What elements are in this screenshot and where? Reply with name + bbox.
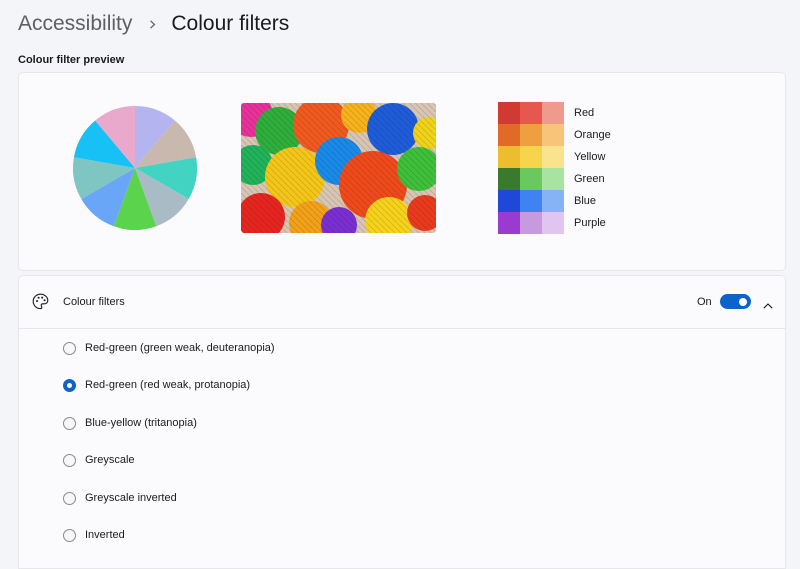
colour-swatch [542, 146, 564, 168]
colour-swatch [520, 102, 542, 124]
palette-icon [32, 293, 49, 310]
colour-swatch [498, 102, 520, 124]
toggle-knob [739, 297, 747, 306]
swatch-row-red: Red [498, 102, 611, 124]
filter-option-label: Inverted [85, 529, 125, 541]
colour-swatch [520, 124, 542, 146]
filter-option-label: Blue-yellow (tritanopia) [85, 417, 197, 429]
colour-swatch [498, 190, 520, 212]
toggle-state-label: On [697, 296, 712, 308]
colour-swatch [542, 168, 564, 190]
colour-filter-preview-card: Red Orange Yellow Green Blue Purple [18, 72, 786, 271]
swatch-row-orange: Orange [498, 124, 611, 146]
chevron-up-icon[interactable] [763, 297, 773, 309]
filter-option[interactable]: Red-green (green weak, deuteranopia) [63, 338, 275, 358]
colour-filters-toggle[interactable] [720, 294, 751, 309]
colour-swatch [520, 212, 542, 234]
chevron-right-icon [148, 19, 157, 29]
colour-swatch [542, 124, 564, 146]
filter-option-label: Greyscale [85, 454, 135, 466]
swatch-label: Purple [574, 217, 606, 229]
filter-option-label: Red-green (red weak, protanopia) [85, 379, 251, 391]
swatch-label: Yellow [574, 151, 606, 163]
colour-filters-title: Colour filters [63, 296, 125, 308]
swatch-row-yellow: Yellow [498, 146, 611, 168]
filter-option[interactable]: Greyscale inverted [63, 488, 177, 508]
radio-button[interactable] [63, 491, 76, 505]
swatch-label: Red [574, 107, 595, 119]
radio-button-selected[interactable] [63, 378, 76, 392]
swatch-label: Green [574, 173, 605, 185]
swatch-row-green: Green [498, 168, 611, 190]
page-title: Colour filters [171, 12, 290, 35]
swatch-label: Orange [574, 129, 611, 141]
colour-swatch [520, 146, 542, 168]
colour-filters-card: Colour filters On Red-green (green weak,… [18, 275, 786, 569]
swatch-row-blue: Blue [498, 190, 611, 212]
colour-swatch [520, 190, 542, 212]
breadcrumb: Accessibility Colour filters [18, 8, 289, 40]
swatch-label: Blue [574, 195, 597, 207]
colour-swatch [542, 102, 564, 124]
swatch-row-purple: Purple [498, 212, 611, 234]
radio-button[interactable] [63, 453, 76, 467]
radio-button[interactable] [63, 341, 76, 355]
section-label-preview: Colour filter preview [18, 54, 125, 66]
filter-option[interactable]: Inverted [63, 525, 125, 545]
colour-filters-header[interactable]: Colour filters On [19, 276, 785, 329]
colour-swatch [498, 212, 520, 234]
filter-option-label: Greyscale inverted [85, 492, 177, 504]
radio-button[interactable] [63, 528, 76, 542]
colour-wheel-pie [73, 106, 197, 230]
colour-swatch-grid: Red Orange Yellow Green Blue Purple [498, 102, 611, 234]
filter-option[interactable]: Greyscale [63, 450, 135, 470]
colour-swatch [498, 168, 520, 190]
filter-option[interactable]: Blue-yellow (tritanopia) [63, 413, 197, 433]
colour-swatch [542, 212, 564, 234]
filter-option-label: Red-green (green weak, deuteranopia) [85, 342, 275, 354]
radio-button[interactable] [63, 416, 76, 430]
colour-swatch [520, 168, 542, 190]
colour-swatch [498, 124, 520, 146]
colour-swatch [498, 146, 520, 168]
filter-option[interactable]: Red-green (red weak, protanopia) [63, 375, 250, 395]
breadcrumb-parent-link[interactable]: Accessibility [18, 12, 132, 36]
colour-swatch [542, 190, 564, 212]
preview-photo [241, 103, 436, 233]
